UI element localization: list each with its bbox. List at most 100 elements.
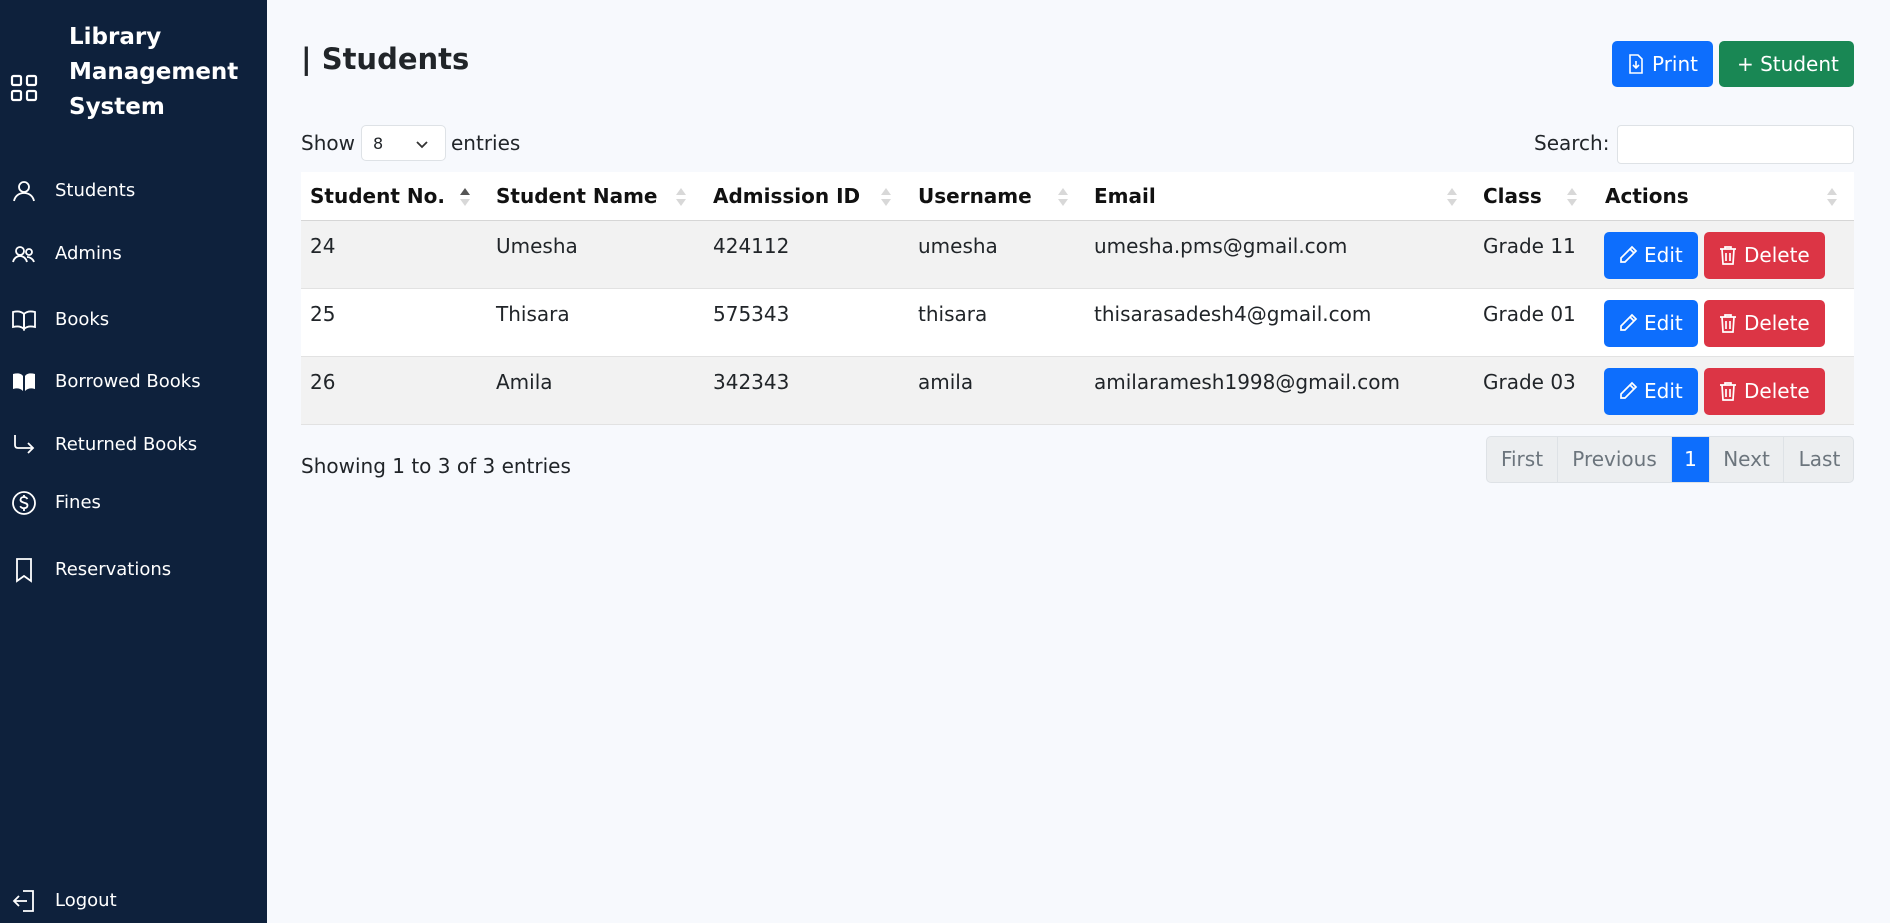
cell-admission-id: 342343 — [713, 370, 790, 394]
cell-admission-id: 424112 — [713, 234, 790, 258]
cell-student-name: Thisara — [496, 302, 570, 326]
entries-label: entries — [451, 131, 521, 155]
app-title: Library Management System — [69, 24, 239, 120]
page-previous[interactable]: Previous — [1558, 437, 1672, 482]
add-student-button[interactable]: + Student — [1719, 41, 1854, 87]
show-label: Show — [301, 131, 355, 155]
cell-email: amilaramesh1998@gmail.com — [1094, 370, 1400, 394]
table-header: Student No. Student Name Admission ID Us… — [301, 172, 1854, 221]
cell-student-no: 24 — [310, 234, 336, 258]
sort-icon — [1827, 188, 1837, 206]
edit-label: Edit — [1644, 243, 1683, 267]
table-row: 25 Thisara 575343 thisara thisarasadesh4… — [301, 289, 1854, 357]
sidebar-item-label: Fines — [55, 492, 101, 513]
cell-admission-id: 575343 — [713, 302, 790, 326]
cell-student-no: 26 — [310, 370, 336, 394]
sidebar-item-books[interactable]: Books — [0, 298, 267, 342]
delete-label: Delete — [1744, 311, 1810, 335]
sidebar-item-returned-books[interactable]: Returned Books — [0, 423, 267, 467]
cell-username: amila — [918, 370, 974, 394]
column-class[interactable]: Class — [1483, 172, 1542, 221]
table-row: 24 Umesha 424112 umesha umesha.pms@gmail… — [301, 221, 1854, 289]
pencil-icon — [1620, 381, 1638, 399]
people-icon — [12, 246, 35, 263]
sort-icon — [676, 188, 686, 206]
column-admission-id[interactable]: Admission ID — [713, 172, 860, 221]
search-input[interactable] — [1617, 125, 1854, 164]
return-arrow-icon — [14, 435, 35, 454]
sort-icon — [881, 188, 891, 206]
page-first[interactable]: First — [1487, 437, 1558, 482]
book-icon — [12, 310, 36, 332]
sort-asc-icon — [460, 188, 470, 206]
pencil-icon — [1620, 313, 1638, 331]
edit-button[interactable]: Edit — [1604, 232, 1698, 279]
sidebar-item-label: Books — [55, 309, 110, 330]
sidebar-item-reservations[interactable]: Reservations — [0, 548, 267, 592]
search-label: Search: — [1534, 131, 1610, 155]
pencil-icon — [1620, 245, 1638, 263]
chevron-down-icon — [416, 141, 428, 149]
trash-icon — [1720, 382, 1736, 401]
delete-button[interactable]: Delete — [1704, 232, 1825, 279]
table-info: Showing 1 to 3 of 3 entries — [301, 454, 571, 478]
column-email[interactable]: Email — [1094, 172, 1156, 221]
edit-button[interactable]: Edit — [1604, 368, 1698, 415]
page-last[interactable]: Last — [1784, 437, 1853, 482]
cell-email: umesha.pms@gmail.com — [1094, 234, 1348, 258]
logout-icon — [12, 890, 34, 912]
sidebar: Library Management System Students Admin… — [0, 0, 267, 923]
cell-email: thisarasadesh4@gmail.com — [1094, 302, 1372, 326]
cell-class: Grade 03 — [1483, 370, 1576, 394]
page-next[interactable]: Next — [1710, 437, 1784, 482]
file-download-icon — [1629, 54, 1643, 74]
page-current[interactable]: 1 — [1672, 437, 1710, 482]
cell-student-name: Umesha — [496, 234, 578, 258]
person-icon — [13, 181, 35, 202]
sort-icon — [1447, 188, 1457, 206]
entries-value: 8 — [373, 134, 384, 153]
column-student-name[interactable]: Student Name — [496, 172, 657, 221]
print-label: Print — [1652, 52, 1699, 76]
grid-icon — [10, 74, 38, 102]
logout-label: Logout — [55, 890, 117, 911]
print-button[interactable]: Print — [1612, 41, 1713, 87]
sidebar-item-admins[interactable]: Admins — [0, 232, 267, 276]
sidebar-item-label: Reservations — [55, 559, 172, 580]
main-content: | Students Print + Student Show 8 entrie… — [267, 0, 1890, 923]
delete-label: Delete — [1744, 243, 1810, 267]
delete-button[interactable]: Delete — [1704, 368, 1825, 415]
delete-button[interactable]: Delete — [1704, 300, 1825, 347]
pagination: First Previous 1 Next Last — [1486, 436, 1854, 483]
edit-label: Edit — [1644, 311, 1683, 335]
entries-select[interactable]: 8 — [361, 125, 446, 161]
book-open-icon — [13, 373, 35, 391]
sidebar-item-label: Students — [55, 180, 136, 201]
trash-icon — [1720, 314, 1736, 333]
cell-username: thisara — [918, 302, 988, 326]
cell-class: Grade 11 — [1483, 234, 1576, 258]
page-title: | Students — [301, 42, 470, 76]
column-username[interactable]: Username — [918, 172, 1032, 221]
cell-class: Grade 01 — [1483, 302, 1576, 326]
dollar-circle-icon — [12, 491, 36, 515]
sidebar-item-label: Returned Books — [55, 434, 198, 455]
delete-label: Delete — [1744, 379, 1810, 403]
sidebar-item-label: Borrowed Books — [55, 371, 201, 392]
column-actions[interactable]: Actions — [1605, 172, 1689, 221]
logout-button[interactable]: Logout — [0, 879, 267, 923]
sidebar-item-fines[interactable]: Fines — [0, 481, 267, 525]
sort-icon — [1058, 188, 1068, 206]
edit-label: Edit — [1644, 379, 1683, 403]
add-student-label: + Student — [1737, 52, 1839, 76]
sidebar-item-borrowed-books[interactable]: Borrowed Books — [0, 360, 267, 404]
cell-student-no: 25 — [310, 302, 336, 326]
column-student-no[interactable]: Student No. — [310, 172, 445, 221]
trash-icon — [1720, 246, 1736, 265]
sidebar-item-label: Admins — [55, 243, 122, 264]
sort-icon — [1567, 188, 1577, 206]
brand: Library Management System — [0, 20, 267, 120]
sidebar-item-students[interactable]: Students — [0, 169, 267, 213]
table-row: 26 Amila 342343 amila amilaramesh1998@gm… — [301, 357, 1854, 425]
edit-button[interactable]: Edit — [1604, 300, 1698, 347]
